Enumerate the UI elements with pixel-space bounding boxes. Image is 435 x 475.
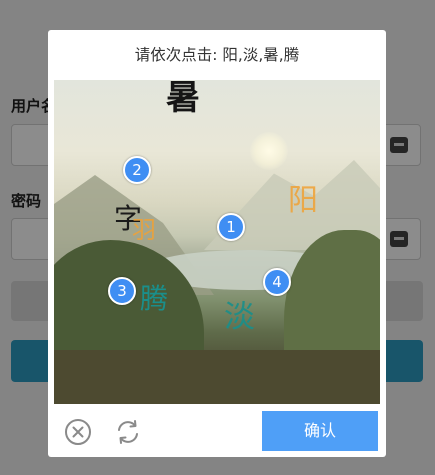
confirm-button[interactable]: 确认 — [262, 411, 378, 451]
refresh-icon[interactable] — [114, 418, 142, 446]
sun-glow — [250, 132, 288, 170]
captcha-image[interactable]: 暑 阳 字 羽 腾 淡 1 2 3 4 — [54, 80, 380, 404]
ground-shape — [54, 350, 380, 404]
captcha-dialog: 请依次点击: 阳,淡,暑,腾 暑 阳 字 羽 腾 淡 1 2 3 4 确认 — [48, 30, 386, 457]
click-marker-4[interactable]: 4 — [263, 268, 291, 296]
close-circle-icon[interactable] — [64, 418, 92, 446]
captcha-instruction: 请依次点击: 阳,淡,暑,腾 — [134, 46, 300, 64]
click-marker-1[interactable]: 1 — [217, 213, 245, 241]
click-marker-3[interactable]: 3 — [108, 277, 136, 305]
captcha-char: 暑 — [166, 80, 200, 118]
captcha-footer: 确认 — [48, 404, 386, 457]
captcha-char: 腾 — [140, 282, 169, 315]
captcha-char: 淡 — [224, 299, 255, 335]
captcha-char: 羽 — [132, 216, 156, 244]
image-caption — [164, 394, 166, 400]
click-marker-2[interactable]: 2 — [123, 156, 151, 184]
captcha-char: 阳 — [288, 183, 318, 218]
